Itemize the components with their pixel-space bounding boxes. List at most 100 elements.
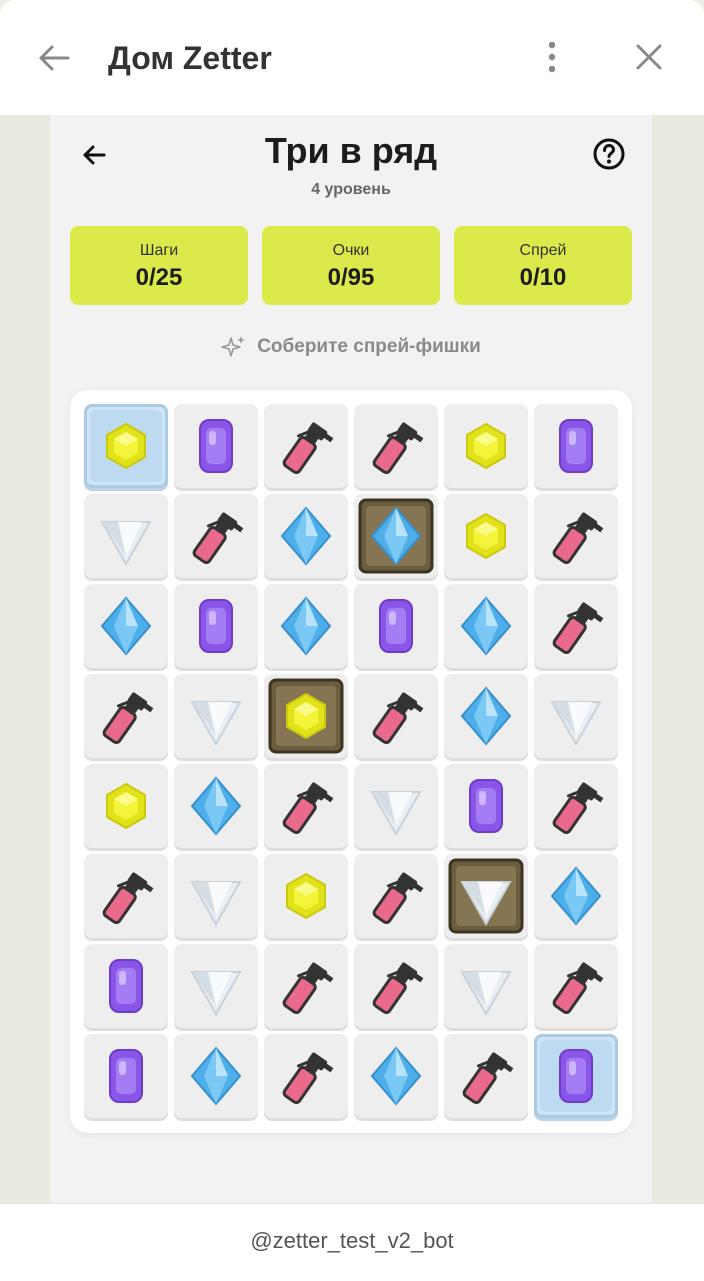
board-cell[interactable]	[534, 494, 618, 578]
stat-spray-label: Спрей	[519, 242, 567, 259]
white-diamond-icon	[100, 521, 152, 567]
board-cell[interactable]	[264, 1034, 348, 1118]
board-cell[interactable]	[444, 764, 528, 848]
board-cell[interactable]	[354, 764, 438, 848]
board-cell[interactable]	[264, 584, 348, 668]
board-cell[interactable]	[84, 494, 168, 578]
board-cell[interactable]	[174, 584, 258, 668]
help-icon[interactable]	[592, 137, 626, 171]
purple-gem-icon	[469, 779, 503, 833]
board-cell[interactable]	[174, 674, 258, 758]
purple-gem-icon	[199, 419, 233, 473]
back-arrow-icon[interactable]	[34, 38, 74, 78]
spray-bottle-icon	[552, 962, 604, 1015]
spray-bottle-icon	[552, 782, 604, 835]
bot-footer: @zetter_test_v2_bot	[0, 1203, 704, 1281]
board-cell[interactable]	[534, 764, 618, 848]
board-cell[interactable]	[444, 584, 528, 668]
white-diamond-icon	[370, 791, 422, 837]
yellow-hex-icon	[466, 512, 506, 560]
spray-bottle-icon	[462, 1052, 514, 1105]
board-cell[interactable]	[534, 1034, 618, 1118]
spray-bottle-icon	[282, 782, 334, 835]
board-cell[interactable]	[84, 674, 168, 758]
stat-steps-value: 0/25	[135, 264, 183, 291]
game-title: Три в ряд	[264, 130, 438, 171]
board-cell[interactable]	[354, 404, 438, 488]
yellow-hex-icon	[466, 422, 506, 470]
blue-diamond-icon	[460, 596, 512, 656]
board-cell[interactable]	[534, 404, 618, 488]
purple-gem-icon	[109, 1049, 143, 1103]
spray-bottle-icon	[372, 962, 424, 1015]
board-cell[interactable]	[444, 494, 528, 578]
board-cell[interactable]	[264, 404, 348, 488]
purple-gem-icon	[540, 1040, 612, 1112]
board-cell[interactable]	[264, 944, 348, 1028]
white-diamond-icon	[448, 858, 524, 934]
board-cell[interactable]	[84, 854, 168, 938]
white-diamond-icon	[190, 971, 242, 1017]
more-vertical-icon[interactable]	[540, 38, 564, 78]
webapp-header: Дом Zetter	[0, 0, 704, 115]
board-cell[interactable]	[444, 674, 528, 758]
close-icon[interactable]	[632, 40, 666, 74]
game-screen: Три в ряд 4 уровень Шаги 0/25 Очки 0/95 …	[50, 115, 652, 1203]
goal-hint-text: Соберите спрей-фишки	[257, 336, 481, 357]
board-cell[interactable]	[174, 764, 258, 848]
purple-gem-icon	[559, 419, 593, 473]
blue-diamond-icon	[280, 506, 332, 566]
spray-bottle-icon	[192, 512, 244, 565]
stat-steps-label: Шаги	[139, 242, 179, 259]
board-cell[interactable]	[354, 854, 438, 938]
board-cell[interactable]	[354, 1034, 438, 1118]
board-cell[interactable]	[264, 494, 348, 578]
board-cell[interactable]	[84, 584, 168, 668]
board-cell[interactable]	[534, 584, 618, 668]
spray-bottle-icon	[372, 692, 424, 745]
board-cell[interactable]	[444, 1034, 528, 1118]
board-cell[interactable]	[264, 674, 348, 758]
spray-bottle-icon	[282, 422, 334, 475]
board-cell[interactable]	[84, 764, 168, 848]
yellow-hex-icon	[286, 872, 326, 920]
side-margin-right	[652, 115, 704, 1203]
stat-points-value: 0/95	[327, 264, 375, 291]
blue-diamond-icon	[550, 866, 602, 926]
purple-gem-icon	[379, 599, 413, 653]
white-diamond-icon	[550, 701, 602, 747]
spray-bottle-icon	[372, 422, 424, 475]
level-label: 4 уровень	[311, 181, 391, 198]
board-cell[interactable]	[174, 944, 258, 1028]
purple-gem-icon	[199, 599, 233, 653]
board-cell[interactable]	[534, 674, 618, 758]
spray-bottle-icon	[372, 872, 424, 925]
board-cell[interactable]	[174, 1034, 258, 1118]
board-cell[interactable]	[174, 854, 258, 938]
yellow-hex-icon	[268, 678, 344, 754]
board-cell[interactable]	[444, 404, 528, 488]
stat-spray: Спрей 0/10	[454, 226, 632, 305]
board-cell[interactable]	[264, 854, 348, 938]
board-cell[interactable]	[84, 404, 168, 488]
board-cell[interactable]	[174, 494, 258, 578]
board-cell[interactable]	[444, 854, 528, 938]
board-cell[interactable]	[84, 944, 168, 1028]
spray-bottle-icon	[102, 692, 154, 745]
board-cell[interactable]	[444, 944, 528, 1028]
board-cell[interactable]	[174, 404, 258, 488]
board-cell[interactable]	[354, 584, 438, 668]
blue-diamond-icon	[280, 596, 332, 656]
board-cell[interactable]	[84, 1034, 168, 1118]
board-cell[interactable]	[534, 944, 618, 1028]
white-diamond-icon	[190, 701, 242, 747]
board-cell[interactable]	[354, 944, 438, 1028]
spray-bottle-icon	[552, 602, 604, 655]
board-cell[interactable]	[534, 854, 618, 938]
board-cell[interactable]	[354, 494, 438, 578]
white-diamond-icon	[190, 881, 242, 927]
board-cell[interactable]	[264, 764, 348, 848]
blue-diamond-icon	[370, 1046, 422, 1106]
purple-gem-icon	[109, 959, 143, 1013]
board-cell[interactable]	[354, 674, 438, 758]
